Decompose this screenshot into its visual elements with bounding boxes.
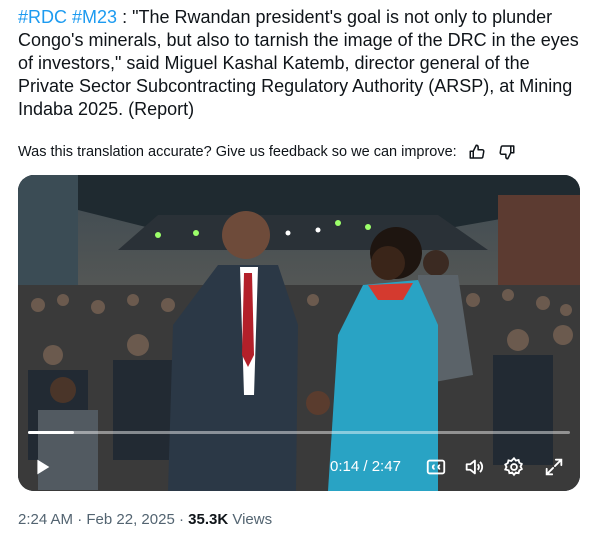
tweet-meta: 2:24 AM · Feb 22, 2025 · 35.3K Views <box>18 511 272 528</box>
hashtag-m23[interactable]: #M23 <box>72 7 117 27</box>
translation-feedback: Was this translation accurate? Give us f… <box>18 142 517 162</box>
time-separator: / <box>359 458 372 475</box>
hashtag-rdc[interactable]: #RDC <box>18 7 67 27</box>
video-frame <box>18 175 580 491</box>
volume-icon[interactable] <box>460 451 488 483</box>
play-icon[interactable] <box>28 451 56 483</box>
thumbs-up-icon[interactable] <box>467 142 487 162</box>
tweet-date[interactable]: Feb 22, 2025 <box>86 511 174 528</box>
captions-icon[interactable] <box>422 451 450 483</box>
settings-icon[interactable] <box>500 451 528 483</box>
views-count: 35.3K <box>188 511 229 528</box>
video-time: 0:14 / 2:47 <box>330 451 401 483</box>
meta-dot: · <box>174 511 189 528</box>
meta-dot: · <box>73 511 87 528</box>
thumbs-down-icon[interactable] <box>497 142 517 162</box>
fullscreen-icon[interactable] <box>540 451 568 483</box>
video-player[interactable]: 0:14 / 2:47 <box>18 175 580 491</box>
video-progress-fill <box>28 431 74 434</box>
video-controls: 0:14 / 2:47 <box>18 451 580 483</box>
current-time: 0:14 <box>330 458 360 475</box>
video-progress-bar[interactable] <box>28 431 570 434</box>
feedback-prompt: Was this translation accurate? Give us f… <box>18 144 457 160</box>
tweet-time[interactable]: 2:24 AM <box>18 511 73 528</box>
duration: 2:47 <box>371 458 401 475</box>
views-label: Views <box>228 511 273 528</box>
tweet-text: #RDC #M23 : "The Rwandan president's goa… <box>18 6 588 121</box>
